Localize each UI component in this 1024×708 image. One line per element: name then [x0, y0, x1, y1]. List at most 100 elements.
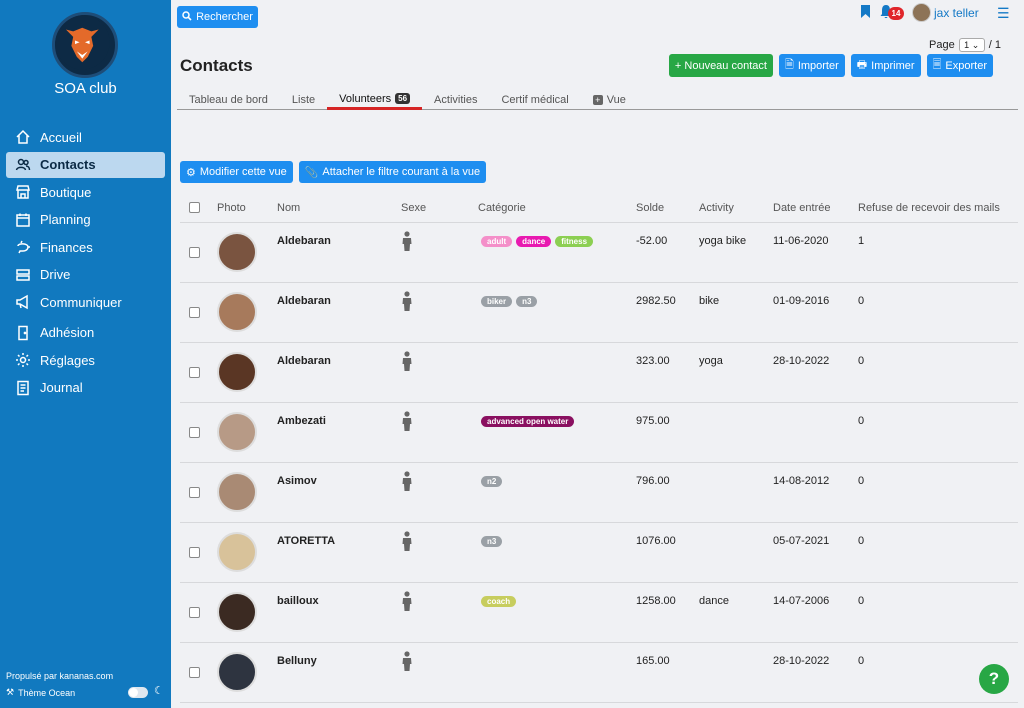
row-checkbox[interactable]	[189, 547, 200, 558]
attach-filter-button[interactable]: 📎 Attacher le filtre courant à la vue	[298, 161, 487, 183]
row-checkbox[interactable]	[189, 247, 200, 258]
table-row[interactable]: Belluny 165.00 28-10-2022 0	[180, 643, 1018, 703]
table-row[interactable]: Asimov n2 796.00 14-08-2012 0	[180, 463, 1018, 523]
print-button[interactable]: 🖶 Imprimer	[850, 54, 921, 77]
avatar[interactable]	[217, 652, 257, 692]
printer-icon: 🖶	[856, 59, 868, 71]
contact-name[interactable]: ATORETTA	[277, 535, 335, 547]
column-header-entry-date[interactable]: Date entrée	[773, 202, 830, 214]
select-all-checkbox[interactable]	[189, 202, 200, 213]
contact-name[interactable]: Belluny	[277, 655, 317, 667]
category-tag[interactable]: dance	[516, 236, 552, 247]
user-name-link[interactable]: jax teller	[934, 6, 979, 20]
theme-selector[interactable]: ⚒ Thème Ocean	[6, 687, 75, 698]
contact-name[interactable]: Asimov	[277, 475, 317, 487]
category-tag[interactable]: n3	[481, 536, 503, 547]
modify-view-label: Modifier cette vue	[199, 166, 287, 178]
search-label: Rechercher	[196, 11, 253, 23]
tab-add-view[interactable]: + Vue	[581, 90, 638, 110]
table-row[interactable]: Aldebaran 323.00 yoga 28-10-2022 0	[180, 343, 1018, 403]
avatar[interactable]	[217, 412, 257, 452]
tab-certif-medical[interactable]: Certif médical	[489, 90, 580, 110]
tab-label: Volunteers	[339, 92, 392, 105]
entry-date-value: 01-09-2016	[773, 295, 830, 307]
sidebar-item-journal[interactable]: Journal	[6, 375, 165, 401]
category-tag[interactable]: fitness	[555, 236, 594, 247]
row-checkbox[interactable]	[189, 667, 200, 678]
category-tag[interactable]: advanced open water	[481, 416, 575, 427]
table-row[interactable]: Ambezati advanced open water 975.00 0	[180, 403, 1018, 463]
row-checkbox[interactable]	[189, 307, 200, 318]
avatar[interactable]	[217, 292, 257, 332]
column-header-activity[interactable]: Activity	[699, 202, 734, 214]
category-tag[interactable]: biker	[481, 296, 513, 307]
sidebar-item-boutique[interactable]: Boutique	[6, 179, 165, 205]
category-tag[interactable]: n3	[516, 296, 538, 307]
new-contact-button[interactable]: + Nouveau contact	[668, 54, 773, 77]
tab-activities[interactable]: Activities	[422, 90, 489, 110]
tab-volunteers[interactable]: Volunteers 56	[327, 90, 423, 110]
sidebar-item-adhesion[interactable]: Adhésion	[6, 320, 165, 346]
table-row[interactable]: ATORETTA n3 1076.00 05-07-2021 0	[180, 523, 1018, 583]
home-icon	[14, 128, 32, 146]
avatar[interactable]	[217, 472, 257, 512]
sidebar-item-reglages[interactable]: Réglages	[6, 347, 165, 373]
column-header-name[interactable]: Nom	[277, 202, 300, 214]
piggy-bank-icon	[14, 238, 32, 256]
help-button[interactable]: ?	[979, 664, 1009, 694]
row-checkbox[interactable]	[189, 607, 200, 618]
entry-date-value: 11-06-2020	[773, 235, 829, 247]
column-header-gender[interactable]: Sexe	[401, 202, 426, 214]
category-tag[interactable]: adult	[481, 236, 513, 247]
column-header-balance[interactable]: Solde	[636, 202, 664, 214]
category-tag[interactable]: n2	[481, 476, 503, 487]
category-tag[interactable]: coach	[481, 596, 517, 607]
row-checkbox[interactable]	[189, 367, 200, 378]
contact-name[interactable]: bailloux	[277, 595, 319, 607]
table-row[interactable]: Aldebaran adult dance fitness -52.00 yoga bik…	[180, 223, 1018, 283]
bookmark-icon[interactable]	[860, 5, 871, 18]
entry-date-value: 05-07-2021	[773, 535, 830, 547]
search-icon	[182, 10, 192, 24]
row-checkbox[interactable]	[189, 487, 200, 498]
modify-view-button[interactable]: ⚙ Modifier cette vue	[180, 161, 293, 183]
import-button[interactable]: 🗎 Importer	[778, 54, 845, 77]
menu-icon[interactable]: ☰	[997, 5, 1010, 22]
avatar[interactable]	[217, 352, 257, 392]
contact-name[interactable]: Aldebaran	[277, 295, 331, 307]
sidebar-item-accueil[interactable]: Accueil	[6, 124, 165, 150]
avatar[interactable]	[217, 232, 257, 272]
sidebar-item-contacts[interactable]: Contacts	[6, 151, 165, 178]
tab-liste[interactable]: Liste	[280, 90, 327, 110]
shop-icon	[14, 183, 32, 201]
search-button[interactable]: Rechercher	[177, 6, 258, 28]
user-avatar[interactable]	[912, 3, 931, 22]
actions-toolbar: + Nouveau contact 🗎 Importer 🖶 Imprimer …	[668, 54, 993, 77]
contact-name[interactable]: Aldebaran	[277, 355, 331, 367]
table-row[interactable]: bailloux coach 1258.00 dance 14-07-2006 0	[180, 583, 1018, 643]
column-header-refuse-mails[interactable]: Refuse de recevoir des mails	[858, 202, 1000, 214]
page-title: Contacts	[180, 56, 253, 75]
avatar[interactable]	[217, 592, 257, 632]
club-logo[interactable]	[52, 12, 118, 78]
sidebar-item-communiquer[interactable]: Communiquer	[6, 289, 165, 315]
sidebar-item-finances[interactable]: Finances	[6, 234, 165, 260]
column-header-photo[interactable]: Photo	[217, 202, 246, 214]
powered-by[interactable]: Propulsé par kananas.com	[6, 671, 113, 681]
column-header-category[interactable]: Catégorie	[478, 202, 526, 214]
paperclip-icon: 📎	[304, 166, 319, 179]
contact-name[interactable]: Aldebaran	[277, 235, 331, 247]
dark-mode-toggle[interactable]	[128, 687, 148, 698]
contact-name[interactable]: Ambezati	[277, 415, 326, 427]
tab-tableau-de-bord[interactable]: Tableau de bord	[177, 90, 280, 110]
table-row[interactable]: Aldebaran biker n3 2982.50 bike 01-09-2016 0	[180, 283, 1018, 343]
activity-value: yoga bike	[699, 235, 747, 247]
page-label: Page	[929, 39, 955, 51]
sidebar-item-planning[interactable]: Planning	[6, 207, 165, 233]
sidebar-item-drive[interactable]: Drive	[6, 262, 165, 288]
avatar[interactable]	[217, 532, 257, 572]
export-button[interactable]: 🗏 Exporter	[926, 54, 993, 77]
row-checkbox[interactable]	[189, 427, 200, 438]
page-select[interactable]: 1 ⌄	[958, 38, 985, 52]
club-name: SOA club	[54, 80, 117, 97]
